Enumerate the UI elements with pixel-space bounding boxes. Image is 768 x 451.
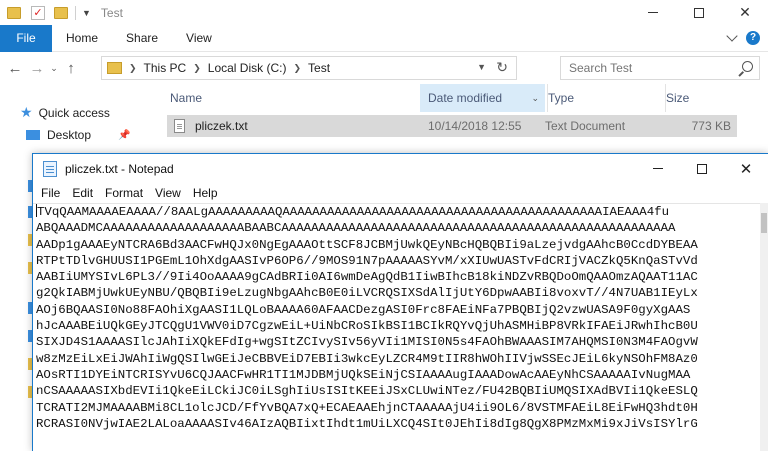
- maximize-icon: [694, 7, 704, 18]
- file-type: Text Document: [545, 119, 626, 133]
- text-line: hJcAAABEiUQkGEyJTCQgU1VWV0iD7CgzwEiL+UiN…: [36, 319, 698, 334]
- breadcrumb-separator-icon[interactable]: ❯: [293, 63, 301, 74]
- refresh-icon[interactable]: ↻: [496, 59, 508, 76]
- notepad-menubar: File Edit Format View Help: [33, 183, 768, 203]
- close-icon: ✕: [739, 160, 753, 178]
- pin-icon[interactable]: 📌: [118, 130, 130, 141]
- quick-access-separator: [75, 5, 76, 20]
- notepad-minimize-button[interactable]: [636, 154, 680, 183]
- nav-item-quick-access[interactable]: ★ Quick access: [20, 104, 110, 121]
- search-input[interactable]: [569, 61, 739, 75]
- new-folder-icon[interactable]: [54, 6, 68, 19]
- text-line: nCSAAAAASIXbdEVIi1QkeEiLCkiJC0iLSghIiUsI…: [36, 384, 698, 399]
- tab-home[interactable]: Home: [52, 31, 112, 45]
- notepad-text-area[interactable]: TVqQAAMAAAAEAAAA//8AALgAAAAAAAAAQAAAAAAA…: [33, 203, 761, 451]
- text-line: RTPtTDlvGHUUSI1PGEmL1OhXdgAASIvP6OP6//9M…: [36, 253, 698, 268]
- minimize-icon: [648, 12, 658, 13]
- nav-item-label: Quick access: [38, 105, 110, 120]
- menu-view[interactable]: View: [149, 186, 187, 200]
- file-list-header: Name Date modified ⌄ Type Size: [150, 84, 768, 112]
- up-arrow-icon[interactable]: ↑: [60, 60, 82, 77]
- minimize-button[interactable]: [630, 0, 676, 25]
- menu-edit[interactable]: Edit: [66, 186, 99, 200]
- breadcrumb-local-disk[interactable]: Local Disk (C:): [208, 61, 287, 75]
- column-header-label: Size: [666, 91, 690, 105]
- column-header-date-modified[interactable]: Date modified ⌄: [420, 84, 545, 112]
- column-header-label: Type: [548, 91, 575, 105]
- properties-icon[interactable]: ✓: [31, 5, 45, 20]
- folder-icon: [107, 62, 122, 74]
- tab-file[interactable]: File: [0, 24, 52, 52]
- text-line: TCRATI2MJMAAAABMi8CL1olcJCD/FfYvBQA7xQ+E…: [36, 400, 698, 415]
- column-header-name[interactable]: Name: [170, 84, 420, 112]
- text-line: RCRASI0NVjwIAE2LALoaAAAASIv46AIzAQBIixtI…: [36, 416, 698, 431]
- text-line: AOsRTI1DYEiNTCRISYvU6CQJAACFwHR1TI1MJDBM…: [36, 367, 691, 382]
- breadcrumb-separator-icon[interactable]: ❯: [193, 63, 201, 74]
- column-header-label: Date modified: [428, 91, 503, 105]
- notepad-icon: [43, 160, 57, 177]
- search-box[interactable]: [560, 56, 760, 80]
- text-line: g2QkIABMjUwkUEyNBU/QBQBIi9eLzugNbgAAhcB0…: [36, 286, 698, 301]
- customize-quick-access-chevron-down-icon[interactable]: ▼: [82, 8, 91, 18]
- text-line: w8zMzEiLxEiJWAhIiWgQSIlwGEiJeCBBVEiD7EBI…: [36, 351, 698, 366]
- breadcrumb-separator-icon[interactable]: ❯: [129, 63, 137, 74]
- text-line: AADp1gAAAEyNTCRA6Bd3AACFwHQJx0NgEgAAAOtt…: [36, 237, 698, 252]
- column-header-size[interactable]: Size: [665, 84, 765, 112]
- text-file-icon: [174, 119, 185, 133]
- ribbon: File Home Share View ?: [0, 24, 768, 52]
- nav-item-label: Desktop: [47, 128, 92, 142]
- vertical-scrollbar[interactable]: [760, 203, 768, 451]
- file-row[interactable]: pliczek.txt 10/14/2018 12:55 Text Docume…: [167, 115, 737, 137]
- column-header-type[interactable]: Type: [547, 84, 665, 112]
- maximize-button[interactable]: [676, 0, 722, 25]
- nav-item-desktop[interactable]: Desktop: [26, 128, 91, 142]
- notepad-window: pliczek.txt - Notepad ✕ File Edit Format…: [32, 153, 768, 451]
- text-line: AABIiUMYSIvL6PL3//9Ii4OoAAAA9gCAdBRIi0AI…: [36, 270, 698, 285]
- notepad-maximize-button[interactable]: [680, 154, 724, 183]
- text-line: TVqQAAMAAAAEAAAA//8AALgAAAAAAAAAQAAAAAAA…: [33, 204, 761, 220]
- address-history-chevron-down-icon[interactable]: ▼: [477, 62, 486, 72]
- column-header-label: Name: [170, 91, 203, 105]
- breadcrumb-test[interactable]: Test: [308, 61, 330, 75]
- tab-view[interactable]: View: [172, 31, 226, 45]
- text-line: ABQAAADMCAAAAAAAAAAAAAAAAAAABAABCAAAAAAA…: [36, 221, 676, 236]
- file-size: 773 KB: [691, 119, 731, 133]
- close-icon: ✕: [739, 4, 751, 20]
- desktop-icon: [26, 130, 40, 140]
- text-line-content: TVqQAAMAAAAEAAAA//8AALgAAAAAAAAAQAAAAAAA…: [37, 205, 670, 219]
- menu-file[interactable]: File: [33, 186, 66, 200]
- text-line: AOj6BQAASI0No88FAOhiXgAASI1LQLoBAAAA60AF…: [36, 302, 691, 317]
- folder-icon: [7, 6, 21, 19]
- close-button[interactable]: ✕: [722, 0, 768, 25]
- star-icon: ★: [20, 104, 33, 120]
- address-row: ← → ⌄ ↑ ❯ This PC ❯ Local Disk (C:) ❯ Te…: [0, 52, 768, 84]
- help-icon[interactable]: ?: [746, 31, 760, 45]
- file-name: pliczek.txt: [195, 119, 248, 133]
- maximize-icon: [697, 163, 707, 174]
- menu-format[interactable]: Format: [99, 186, 149, 200]
- breadcrumb-this-pc[interactable]: This PC: [144, 61, 187, 75]
- forward-arrow-icon[interactable]: →: [26, 60, 48, 77]
- ribbon-right-controls: ?: [726, 30, 760, 45]
- address-bar[interactable]: ❯ This PC ❯ Local Disk (C:) ❯ Test ▼ ↻: [101, 56, 517, 80]
- expand-ribbon-chevron-icon[interactable]: [726, 30, 738, 42]
- recent-locations-chevron-down-icon[interactable]: ⌄: [48, 63, 60, 74]
- window-title: Test: [100, 5, 123, 20]
- text-line: SIXJD4S1AAAASIlcJAhIiXQkEFdIg+wgSItZCIvy…: [36, 335, 698, 350]
- menu-help[interactable]: Help: [187, 186, 224, 200]
- file-date-modified: 10/14/2018 12:55: [428, 119, 522, 133]
- notepad-close-button[interactable]: ✕: [724, 154, 768, 183]
- notepad-titlebar: pliczek.txt - Notepad ✕: [33, 154, 768, 183]
- scrollbar-thumb[interactable]: [761, 213, 767, 233]
- search-icon: [742, 61, 753, 72]
- tab-share[interactable]: Share: [112, 31, 172, 45]
- explorer-titlebar: ✓ ▼ Test ✕: [0, 0, 768, 25]
- notepad-window-controls: ✕: [636, 154, 768, 183]
- notepad-title: pliczek.txt - Notepad: [65, 161, 174, 176]
- chevron-down-icon[interactable]: ⌄: [531, 93, 539, 104]
- explorer-window-controls: ✕: [630, 0, 768, 25]
- minimize-icon: [653, 168, 663, 169]
- back-arrow-icon[interactable]: ←: [4, 60, 26, 77]
